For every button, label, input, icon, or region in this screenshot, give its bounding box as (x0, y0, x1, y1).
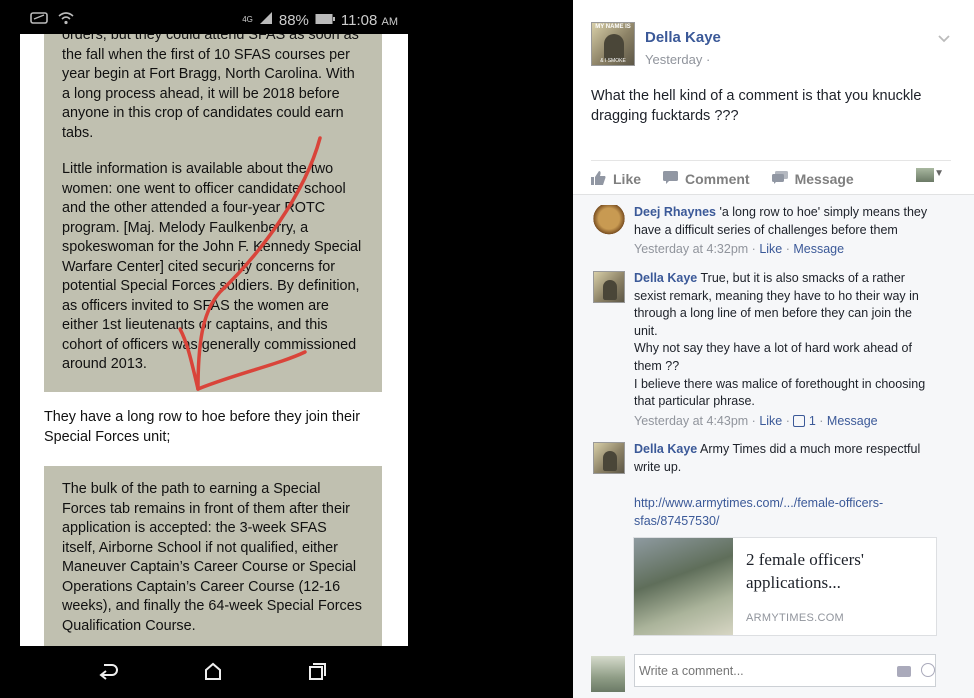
comment-button[interactable]: Comment (663, 171, 750, 187)
comment-text: Why not say they have a lot of hard work… (634, 341, 912, 373)
comment-body: Della Kaye True, but it is also smacks o… (634, 270, 939, 430)
link-preview-source: ARMYTIMES.COM (746, 612, 845, 624)
comment-time[interactable]: Yesterday at 4:32pm (634, 242, 748, 256)
phone-screenshot: 4G 88% 11:08 AM orders, but they could a… (0, 0, 572, 698)
like-button[interactable]: Like (591, 170, 642, 188)
comment-like-link[interactable]: Like (759, 414, 782, 428)
avatar-figure (604, 34, 624, 60)
quote-paragraph: The bulk of the path to earning a Specia… (62, 481, 362, 634)
home-icon[interactable] (198, 658, 228, 684)
avatar-figure (603, 451, 617, 471)
battery-percent: 88% (278, 11, 309, 29)
like-label: Like (613, 171, 642, 187)
android-nav-bar (20, 646, 408, 698)
quote-paragraph: Little information is available about th… (62, 161, 362, 372)
back-icon[interactable] (94, 658, 124, 684)
comment-text: I believe there was malice of forethough… (634, 376, 926, 409)
commenter-avatar[interactable] (593, 271, 625, 303)
comment-time[interactable]: Yesterday at 4:43pm (634, 414, 748, 428)
comment-composer (573, 650, 974, 698)
link-preview-card[interactable]: 2 female officers' applications... ARMYT… (633, 537, 937, 636)
quote-block-2: The bulk of the path to earning a Specia… (44, 466, 382, 646)
comment-label: Comment (685, 171, 750, 187)
avatar-figure (603, 280, 617, 300)
commenter-name[interactable]: Della Kaye (634, 271, 697, 285)
commenter-name[interactable]: Deej Rhaynes (634, 205, 716, 219)
quote-block-1: orders, but they could attend SFAS as so… (44, 34, 382, 392)
signal-icon (259, 11, 273, 29)
clock: 11:08 AM (340, 11, 398, 29)
commenter-avatar[interactable] (593, 205, 625, 239)
post-actions: Like Comment Message (591, 168, 951, 190)
avatar-caption-top: MY NAME IS (595, 24, 631, 30)
comment-icon (663, 171, 679, 187)
network-type: 4G (242, 15, 253, 24)
comment-meta: Yesterday at 4:32pm · Like · Message (634, 242, 845, 257)
comment-url-link[interactable]: http://www.armytimes.com/.../female-offi… (634, 495, 914, 530)
divider (591, 160, 951, 161)
comment-message-link[interactable]: Message (793, 242, 844, 256)
post-text: What the hell kind of a comment is that … (591, 88, 922, 124)
comment-like-link[interactable]: Like (759, 242, 782, 256)
link-preview-title: 2 female officers' applications... (746, 550, 864, 592)
comment-message-link[interactable]: Message (827, 414, 878, 428)
facebook-post: MY NAME IS & I SMOKE Della Kaye Yesterda… (573, 0, 974, 698)
article-view[interactable]: orders, but they could attend SFAS as so… (20, 34, 408, 646)
link-preview-image (634, 538, 733, 635)
comment-meta: Yesterday at 4:43pm · Like · 1 · Message (634, 413, 878, 428)
comment-body: Deej Rhaynes 'a long row to hoe' simply … (634, 204, 939, 259)
post-author-avatar[interactable]: MY NAME IS & I SMOKE (591, 22, 635, 66)
avatar: MY NAME IS & I SMOKE (591, 22, 635, 66)
commenter-avatar[interactable] (593, 442, 625, 474)
highlighted-sentence: They have a long row to hoe before they … (44, 409, 360, 445)
chevron-down-icon[interactable] (938, 30, 950, 46)
message-icon (771, 171, 788, 187)
message-button[interactable]: Message (771, 171, 854, 187)
quote-paragraph: orders, but they could attend SFAS as so… (62, 34, 359, 141)
thumbs-up-icon (591, 170, 606, 188)
caret-down-icon[interactable]: ▼ (934, 168, 944, 179)
comment-body: Della Kaye Army Times did a much more re… (634, 441, 939, 530)
comment-input[interactable] (634, 654, 936, 687)
comment-like-count[interactable]: 1 (809, 414, 816, 428)
message-icon (30, 11, 48, 29)
wifi-icon (58, 11, 74, 29)
current-user-avatar (591, 656, 625, 692)
message-label: Message (794, 171, 854, 187)
emoji-icon[interactable] (921, 663, 935, 677)
like-count-icon (793, 414, 806, 427)
battery-icon (315, 12, 335, 29)
commenter-name[interactable]: Della Kaye (634, 442, 697, 456)
post-timestamp[interactable]: Yesterday · (645, 52, 710, 67)
camera-icon[interactable] (897, 666, 911, 677)
comments-section: Deej Rhaynes 'a long row to hoe' simply … (573, 194, 974, 651)
share-as-avatar[interactable] (916, 168, 934, 182)
status-bar: 4G 88% 11:08 AM (20, 8, 408, 32)
avatar-caption-bottom: & I SMOKE (600, 58, 626, 64)
post-author-name[interactable]: Della Kaye (645, 29, 721, 46)
recents-icon[interactable] (302, 658, 332, 684)
